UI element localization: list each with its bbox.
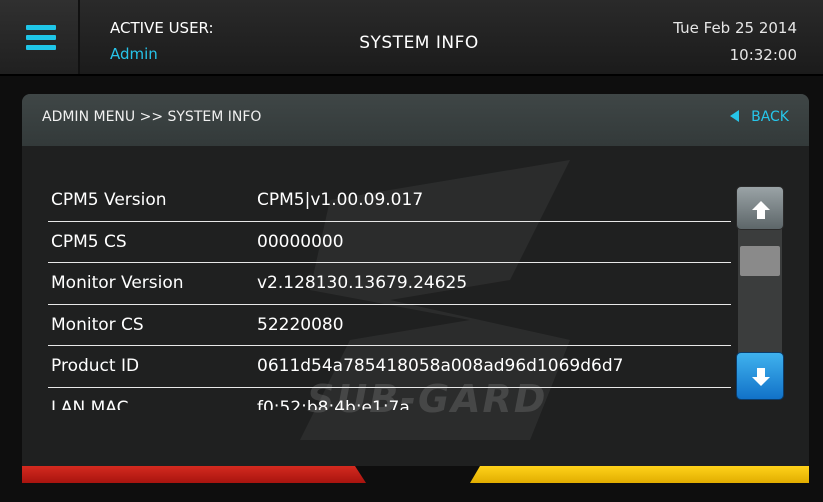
scroll-up-button[interactable] bbox=[736, 186, 784, 230]
info-label: Monitor CS bbox=[51, 314, 144, 335]
back-button[interactable]: BACK bbox=[730, 109, 789, 125]
arrow-up-icon bbox=[752, 201, 770, 219]
info-label: LAN MAC bbox=[51, 397, 129, 410]
info-label: Monitor Version bbox=[51, 273, 184, 294]
date-display: Tue Feb 25 2014 bbox=[673, 19, 797, 37]
status-bar-yellow bbox=[470, 466, 809, 483]
info-value: 52220080 bbox=[257, 314, 344, 335]
time-display: 10:32:00 bbox=[729, 46, 797, 64]
info-row: Monitor CS 52220080 bbox=[48, 305, 731, 347]
info-row: LAN MAC f0:52:b8:4b:e1:7a bbox=[48, 388, 731, 410]
breadcrumb: ADMIN MENU >> SYSTEM INFO bbox=[42, 109, 262, 125]
scroll-down-button[interactable] bbox=[736, 352, 784, 400]
info-label: CPM5 CS bbox=[51, 231, 127, 252]
panel-title-bar: ADMIN MENU >> SYSTEM INFO BACK bbox=[22, 94, 809, 146]
system-info-panel: ADMIN MENU >> SYSTEM INFO BACK SUB-GARD … bbox=[22, 94, 809, 466]
info-value: f0:52:b8:4b:e1:7a bbox=[257, 397, 410, 410]
status-bar-red bbox=[22, 466, 366, 483]
info-label: CPM5 Version bbox=[51, 190, 167, 210]
back-button-label: BACK bbox=[751, 109, 789, 125]
info-value: CPM5|v1.00.09.017 bbox=[257, 190, 424, 210]
arrow-down-icon bbox=[752, 368, 770, 386]
info-row: Product ID 0611d54a785418058a008ad96d106… bbox=[48, 346, 731, 388]
info-value: 0611d54a785418058a008ad96d1069d6d7 bbox=[257, 356, 624, 377]
triangle-left-icon bbox=[730, 110, 740, 122]
info-value: v2.128130.13679.24625 bbox=[257, 273, 468, 294]
info-row: CPM5 Version CPM5|v1.00.09.017 bbox=[48, 180, 731, 222]
info-row: CPM5 CS 00000000 bbox=[48, 222, 731, 264]
info-row: Monitor Version v2.128130.13679.24625 bbox=[48, 263, 731, 305]
top-header: ACTIVE USER: Admin SYSTEM INFO Tue Feb 2… bbox=[0, 0, 823, 76]
info-list: CPM5 Version CPM5|v1.00.09.017 CPM5 CS 0… bbox=[48, 180, 731, 410]
info-label: Product ID bbox=[51, 356, 140, 377]
info-value: 00000000 bbox=[257, 231, 344, 252]
scrollbar-thumb[interactable] bbox=[740, 246, 780, 276]
